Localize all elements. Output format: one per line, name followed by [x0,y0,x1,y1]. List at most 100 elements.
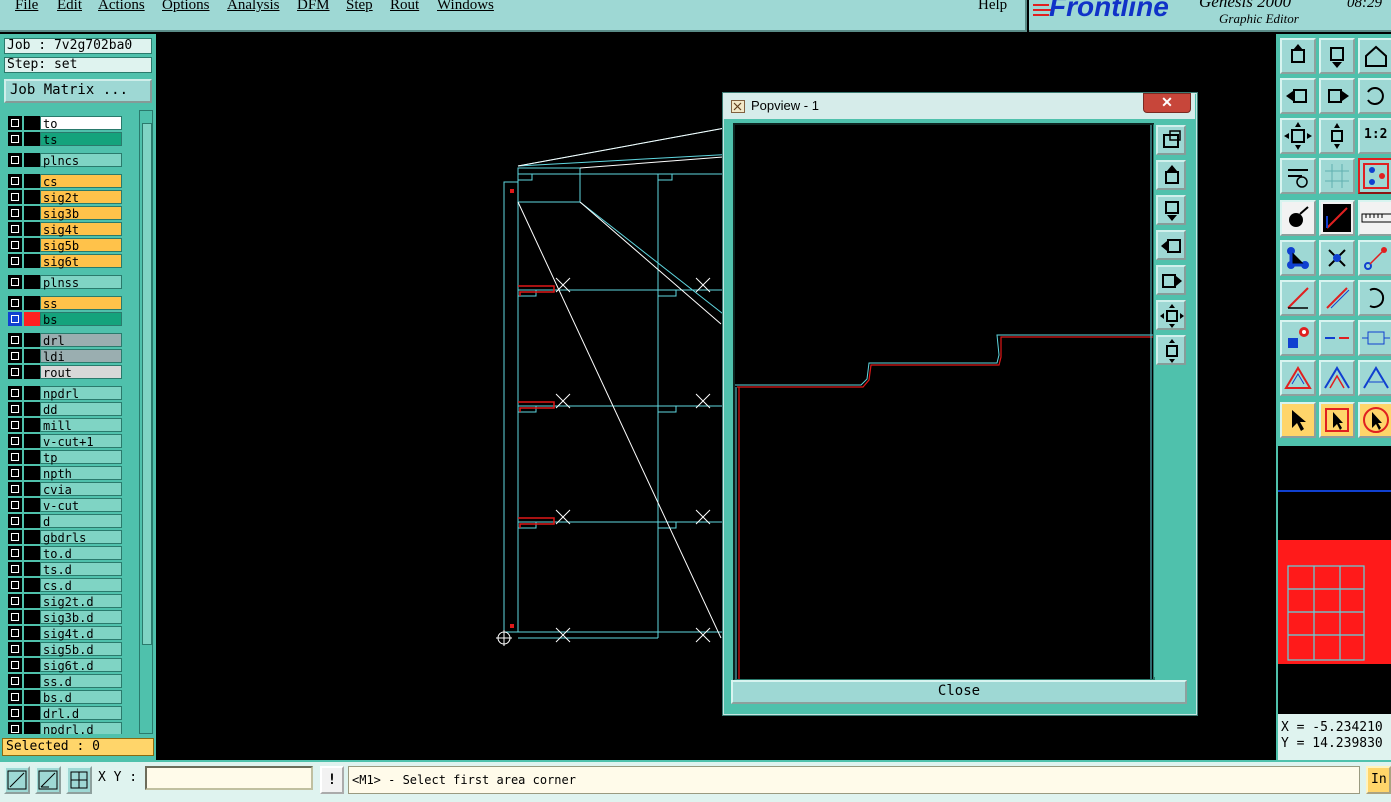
layer-color-swatch[interactable] [24,594,40,608]
layer-color-swatch[interactable] [24,498,40,512]
layer-row[interactable]: drl [6,333,126,348]
layer-row[interactable]: bs [6,312,126,327]
layer-row[interactable]: cs [6,174,126,189]
angle-line-icon[interactable] [1280,280,1316,316]
layer-checkbox[interactable] [8,116,22,130]
layer-color-swatch[interactable] [24,312,40,326]
layer-name[interactable]: to.d [40,546,122,561]
layer-name[interactable]: bs [40,312,122,327]
layer-checkbox[interactable] [8,498,22,512]
layer-color-swatch[interactable] [24,132,40,146]
layer-row[interactable]: cvia [6,482,126,497]
layer-color-swatch[interactable] [24,418,40,432]
snap-icon[interactable] [1358,158,1391,194]
layer-row[interactable]: plnss [6,275,126,290]
layer-row[interactable]: d [6,514,126,529]
layer-color-swatch[interactable] [24,562,40,576]
layer-color-swatch[interactable] [24,466,40,480]
layer-color-swatch[interactable] [24,190,40,204]
resize-icon[interactable] [1358,320,1391,356]
pointer-circle-icon[interactable] [1358,402,1391,438]
layer-checkbox[interactable] [8,530,22,544]
layer-row[interactable]: ts.d [6,562,126,577]
layer-color-swatch[interactable] [24,482,40,496]
xy-input[interactable] [145,766,313,790]
layer-row[interactable]: to [6,116,126,131]
layer-checkbox[interactable] [8,349,22,363]
layer-color-swatch[interactable] [24,610,40,624]
layer-name[interactable]: sig2t.d [40,594,122,609]
layer-color-swatch[interactable] [24,690,40,704]
zoom-down-icon[interactable] [1319,38,1355,74]
menu-actions[interactable]: Actions [98,0,145,14]
layer-row[interactable]: sig6t.d [6,658,126,673]
undo-zoom-icon[interactable] [1358,78,1391,114]
layer-checkbox[interactable] [8,238,22,252]
polygon-icon[interactable] [1280,360,1316,396]
layer-checkbox[interactable] [8,514,22,528]
layer-checkbox[interactable] [8,275,22,289]
layer-checkbox[interactable] [8,206,22,220]
layer-name[interactable]: mill [40,418,122,433]
layer-row[interactable]: ts [6,132,126,147]
layer-checkbox[interactable] [8,578,22,592]
layer-color-swatch[interactable] [24,626,40,640]
pointer-select-icon[interactable] [1319,402,1355,438]
layer-color-swatch[interactable] [24,174,40,188]
layer-name[interactable]: sig6t.d [40,658,122,673]
layer-checkbox[interactable] [8,386,22,400]
layer-checkbox[interactable] [8,562,22,576]
layer-checkbox[interactable] [8,418,22,432]
layer-checkbox[interactable] [8,190,22,204]
layer-checkbox[interactable] [8,482,22,496]
layer-name[interactable]: sig6t [40,254,122,269]
menu-windows[interactable]: Windows [437,0,494,14]
zoom-up-icon[interactable] [1280,38,1316,74]
layer-name[interactable]: ss.d [40,674,122,689]
layer-row[interactable]: npth [6,466,126,481]
display-options-icon[interactable] [1280,158,1316,194]
delete-feature-icon[interactable] [1319,240,1355,276]
layer-row[interactable]: mill [6,418,126,433]
popview-titlebar[interactable]: Popview - 1 ✕ [723,93,1195,119]
zoom-center-icon[interactable] [1319,118,1355,154]
layer-checkbox[interactable] [8,626,22,640]
layer-checkbox[interactable] [8,610,22,624]
add-line-icon[interactable] [1358,240,1391,276]
close-button[interactable]: Close [731,680,1187,704]
layer-row[interactable]: plncs [6,153,126,168]
layer-checkbox[interactable] [8,546,22,560]
layer-color-swatch[interactable] [24,296,40,310]
zoom-out-icon[interactable] [1156,300,1186,330]
measure-area-icon[interactable] [35,766,61,794]
layer-name[interactable]: sig2t [40,190,122,205]
layer-row[interactable]: bs.d [6,690,126,705]
layer-color-swatch[interactable] [24,153,40,167]
job-matrix-button[interactable]: Job Matrix ... [4,79,152,103]
layer-checkbox[interactable] [8,365,22,379]
layer-color-swatch[interactable] [24,514,40,528]
zoom-right-icon[interactable] [1156,265,1186,295]
layer-row[interactable]: v-cut+1 [6,434,126,449]
layer-checkbox[interactable] [8,254,22,268]
layer-checkbox[interactable] [8,153,22,167]
layer-color-swatch[interactable] [24,530,40,544]
layer-color-swatch[interactable] [24,658,40,672]
layer-row[interactable]: sig3b [6,206,126,221]
window-close-icon[interactable]: ✕ [1143,93,1191,113]
layer-row[interactable]: to.d [6,546,126,561]
layer-name[interactable]: cvia [40,482,122,497]
layer-row[interactable]: sig2t.d [6,594,126,609]
layer-name[interactable]: npdrl [40,386,122,401]
layer-color-swatch[interactable] [24,434,40,448]
layer-row[interactable]: sig4t.d [6,626,126,641]
layer-color-swatch[interactable] [24,254,40,268]
layer-name[interactable]: gbdrls [40,530,122,545]
pan-left-icon[interactable] [1280,78,1316,114]
zoom-down-icon[interactable] [1156,195,1186,225]
menu-dfm[interactable]: DFM [297,0,330,14]
layer-row[interactable]: v-cut [6,498,126,513]
layer-checkbox[interactable] [8,222,22,236]
menu-edit[interactable]: Edit [57,0,82,14]
layer-checkbox[interactable] [8,706,22,720]
